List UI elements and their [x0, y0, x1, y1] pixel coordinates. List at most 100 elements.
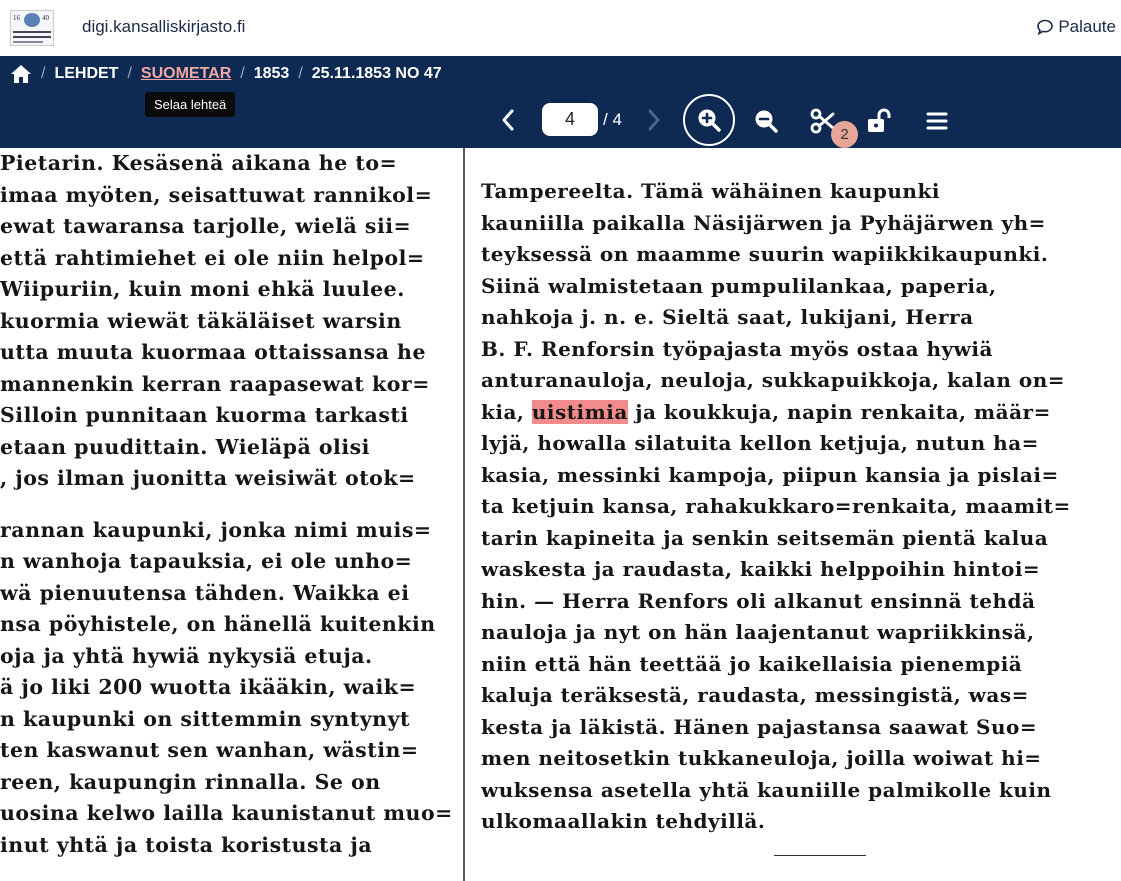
menu-icon	[926, 112, 948, 130]
text-span: B. F. Renforsin työpajasta myös ostaa hy…	[481, 336, 993, 361]
article-end-rule	[774, 855, 866, 856]
text-line: rannan kaupunki, jonka nimi muis=	[0, 515, 452, 547]
search-highlight: uistimia	[531, 399, 628, 424]
previous-page-button[interactable]	[496, 106, 520, 134]
text-line: oja ja yhtä hywiä nykysiä etuja.	[0, 641, 452, 673]
breadcrumb-separator: /	[240, 65, 245, 82]
logo-line	[13, 41, 43, 43]
feedback-button[interactable]: Palaute	[1036, 17, 1116, 37]
text-line: ewat tawaransa tarjolle, wielä sii=	[0, 211, 452, 243]
text-line: kasia, messinki kampoja, piipun kansia j…	[481, 460, 1103, 492]
zoom-in-icon	[698, 109, 721, 132]
text-span: oja ja yhtä hywiä nykysiä etuja.	[0, 643, 373, 668]
text-line: kaluja teräksestä, raudasta, messingistä…	[481, 680, 1103, 712]
text-line: Wiipuriin, kuin moni ehkä luulee.	[0, 274, 452, 306]
text-span: imaa myöten, seisattuwat rannikol=	[0, 182, 433, 207]
text-span: lyjä, howalla silatuita kellon ketjuja, …	[481, 431, 1039, 455]
text-line: uosina kelwo lailla kaunistanut muo=	[0, 798, 452, 830]
text-span: men neitosetkin tukkaneuloja, joilla woi…	[481, 746, 1042, 770]
column-divider	[463, 148, 465, 881]
unlock-icon	[868, 108, 891, 132]
text-span: ä jo liki 200 wuotta ikääkin, waik=	[0, 675, 417, 699]
text-line: että rahtimiehet ei ole niin helpol=	[0, 243, 452, 275]
text-line: hin. — Herra Renfors oli alkanut ensinnä…	[481, 586, 1103, 618]
text-line: nauloja ja nyt on hän laajentanut waprii…	[481, 617, 1103, 649]
text-span: rannan kaupunki, jonka nimi muis=	[0, 517, 432, 542]
breadcrumb-separator: /	[298, 65, 303, 82]
text-span: ja koukkuja, napin renkaita, määr=	[627, 399, 1051, 424]
text-line: reen, kaupungin rinnalla. Se on	[0, 767, 452, 799]
breadcrumb-year[interactable]: 1853	[254, 65, 290, 83]
zoom-out-button[interactable]	[750, 106, 782, 136]
document-viewer[interactable]: Pietarin. Kesäsenä aikana he to= imaa myö…	[0, 148, 1121, 881]
text-line	[0, 495, 452, 515]
text-span: kuormia wiewät täkäläiset warsin	[0, 308, 402, 333]
page-total: / 4	[603, 110, 622, 129]
text-span: nsa pöyhistele, on hänellä kuitenkin	[0, 612, 436, 636]
text-span: mannenkin kerran raapasewat kor=	[0, 371, 430, 396]
text-span: kauniilla paikalla Näsijärwen ja Pyhäjär…	[481, 210, 1046, 235]
text-line: anturanauloja, neuloja, sukkapuikkoja, k…	[481, 365, 1103, 397]
text-line: men neitosetkin tukkaneuloja, joilla woi…	[481, 743, 1103, 775]
text-line: Silloin punnitaan kuorma tarkasti	[0, 400, 452, 432]
zoom-in-button[interactable]	[683, 94, 735, 146]
text-line: tarin kapineita ja senkin seitsemän pien…	[481, 523, 1103, 555]
right-column-text: Tampereelta. Tämä wähäinen kaupunki kauni…	[481, 176, 1103, 838]
text-line: wä pienuutensa tähden. Waikka ei	[0, 578, 452, 610]
text-line: B. F. Renforsin työpajasta myös ostaa hy…	[481, 334, 1103, 366]
text-span: kaluja teräksestä, raudasta, messingistä…	[481, 683, 1029, 707]
breadcrumb-separator: /	[41, 65, 46, 82]
logo-year-left: 16	[13, 14, 20, 22]
text-span: waskesta ja raudasta, kaikki helppoihin …	[481, 557, 1041, 581]
text-line: kia, uistimia ja koukkuja, napin renkait…	[481, 397, 1103, 429]
chevron-left-icon	[502, 109, 514, 131]
chevron-right-icon	[648, 109, 660, 131]
breadcrumb-lehdet[interactable]: LEHDET	[54, 65, 118, 83]
breadcrumb: / LEHDET / SUOMETAR / 1853 / 25.11.1853 …	[10, 64, 442, 84]
text-span: teyksessä on maamme suurin wapiikkikaupu…	[481, 242, 1049, 266]
logo-line	[13, 36, 51, 38]
text-span: ulkomaallakin tehdyillä.	[481, 809, 766, 833]
text-span: etaan puudittain. Wieläpä olisi	[0, 434, 370, 459]
text-span: ta ketjuin kansa, rahakukkaro=renkaita, …	[481, 494, 1071, 518]
viewer-toolbar: / LEHDET / SUOMETAR / 1853 / 25.11.1853 …	[0, 56, 1121, 148]
zoom-out-icon	[755, 110, 778, 133]
breadcrumb-suometar[interactable]: SUOMETAR	[141, 65, 231, 83]
text-line: inut yhtä ja toista koristusta ja	[0, 830, 452, 862]
text-span: Siinä walmistetaan pumpulilankaa, paperi…	[481, 273, 997, 298]
text-line: n kaupunki on sittemmin syntynyt	[0, 704, 452, 736]
next-page-button[interactable]	[642, 106, 666, 134]
text-line: mannenkin kerran raapasewat kor=	[0, 369, 452, 401]
text-span: n wanhoja tapauksia, ei ole unho=	[0, 549, 413, 573]
text-span: Tampereelta. Tämä wähäinen kaupunki	[481, 179, 940, 203]
text-line: utta muuta kuormaa ottaissansa he	[0, 337, 452, 369]
unlock-button[interactable]	[864, 106, 896, 136]
text-line: n wanhoja tapauksia, ei ole unho=	[0, 546, 452, 578]
text-span: hin. — Herra Renfors oli alkanut ensinnä…	[481, 588, 1036, 613]
text-line: waskesta ja raudasta, kaikki helppoihin …	[481, 554, 1103, 586]
text-line: wuksensa asetella yhtä kauniille palmiko…	[481, 775, 1103, 807]
text-span: , jos ilman juonitta weisiwät otok=	[0, 466, 416, 490]
text-line: ten kaswanut sen wanhan, wästin=	[0, 735, 452, 767]
text-line: nahkoja j. n. e. Sieltä saat, lukijani, …	[481, 302, 1103, 334]
text-span: tarin kapineita ja senkin seitsemän pien…	[481, 525, 1049, 550]
home-icon[interactable]	[10, 64, 32, 84]
logo-seal-icon	[24, 13, 40, 27]
text-span: utta muuta kuormaa ottaissansa he	[0, 340, 426, 364]
text-span: niin että hän teettää jo kaikellaisia pi…	[481, 651, 1023, 676]
text-span: ten kaswanut sen wanhan, wästin=	[0, 738, 419, 762]
page-number-input[interactable]: 4	[542, 103, 598, 136]
library-logo[interactable]: 16 40	[10, 10, 54, 46]
text-span: kia,	[481, 399, 532, 424]
text-span: reen, kaupungin rinnalla. Se on	[0, 769, 381, 794]
text-line: Siinä walmistetaan pumpulilankaa, paperi…	[481, 271, 1103, 303]
breadcrumb-tooltip: Selaa lehteä	[145, 92, 236, 117]
site-name[interactable]: digi.kansalliskirjasto.fi	[82, 17, 245, 37]
text-span: kesta ja läkistä. Hänen pajastansa saawa…	[481, 714, 1038, 739]
text-line: Pietarin. Kesäsenä aikana he to=	[0, 148, 452, 180]
logo-year-right: 40	[42, 14, 49, 22]
menu-button[interactable]	[922, 106, 952, 136]
text-span: anturanauloja, neuloja, sukkapuikkoja, k…	[481, 368, 1066, 392]
breadcrumb-issue: 25.11.1853 NO 47	[311, 65, 442, 82]
text-line: , jos ilman juonitta weisiwät otok=	[0, 463, 452, 495]
